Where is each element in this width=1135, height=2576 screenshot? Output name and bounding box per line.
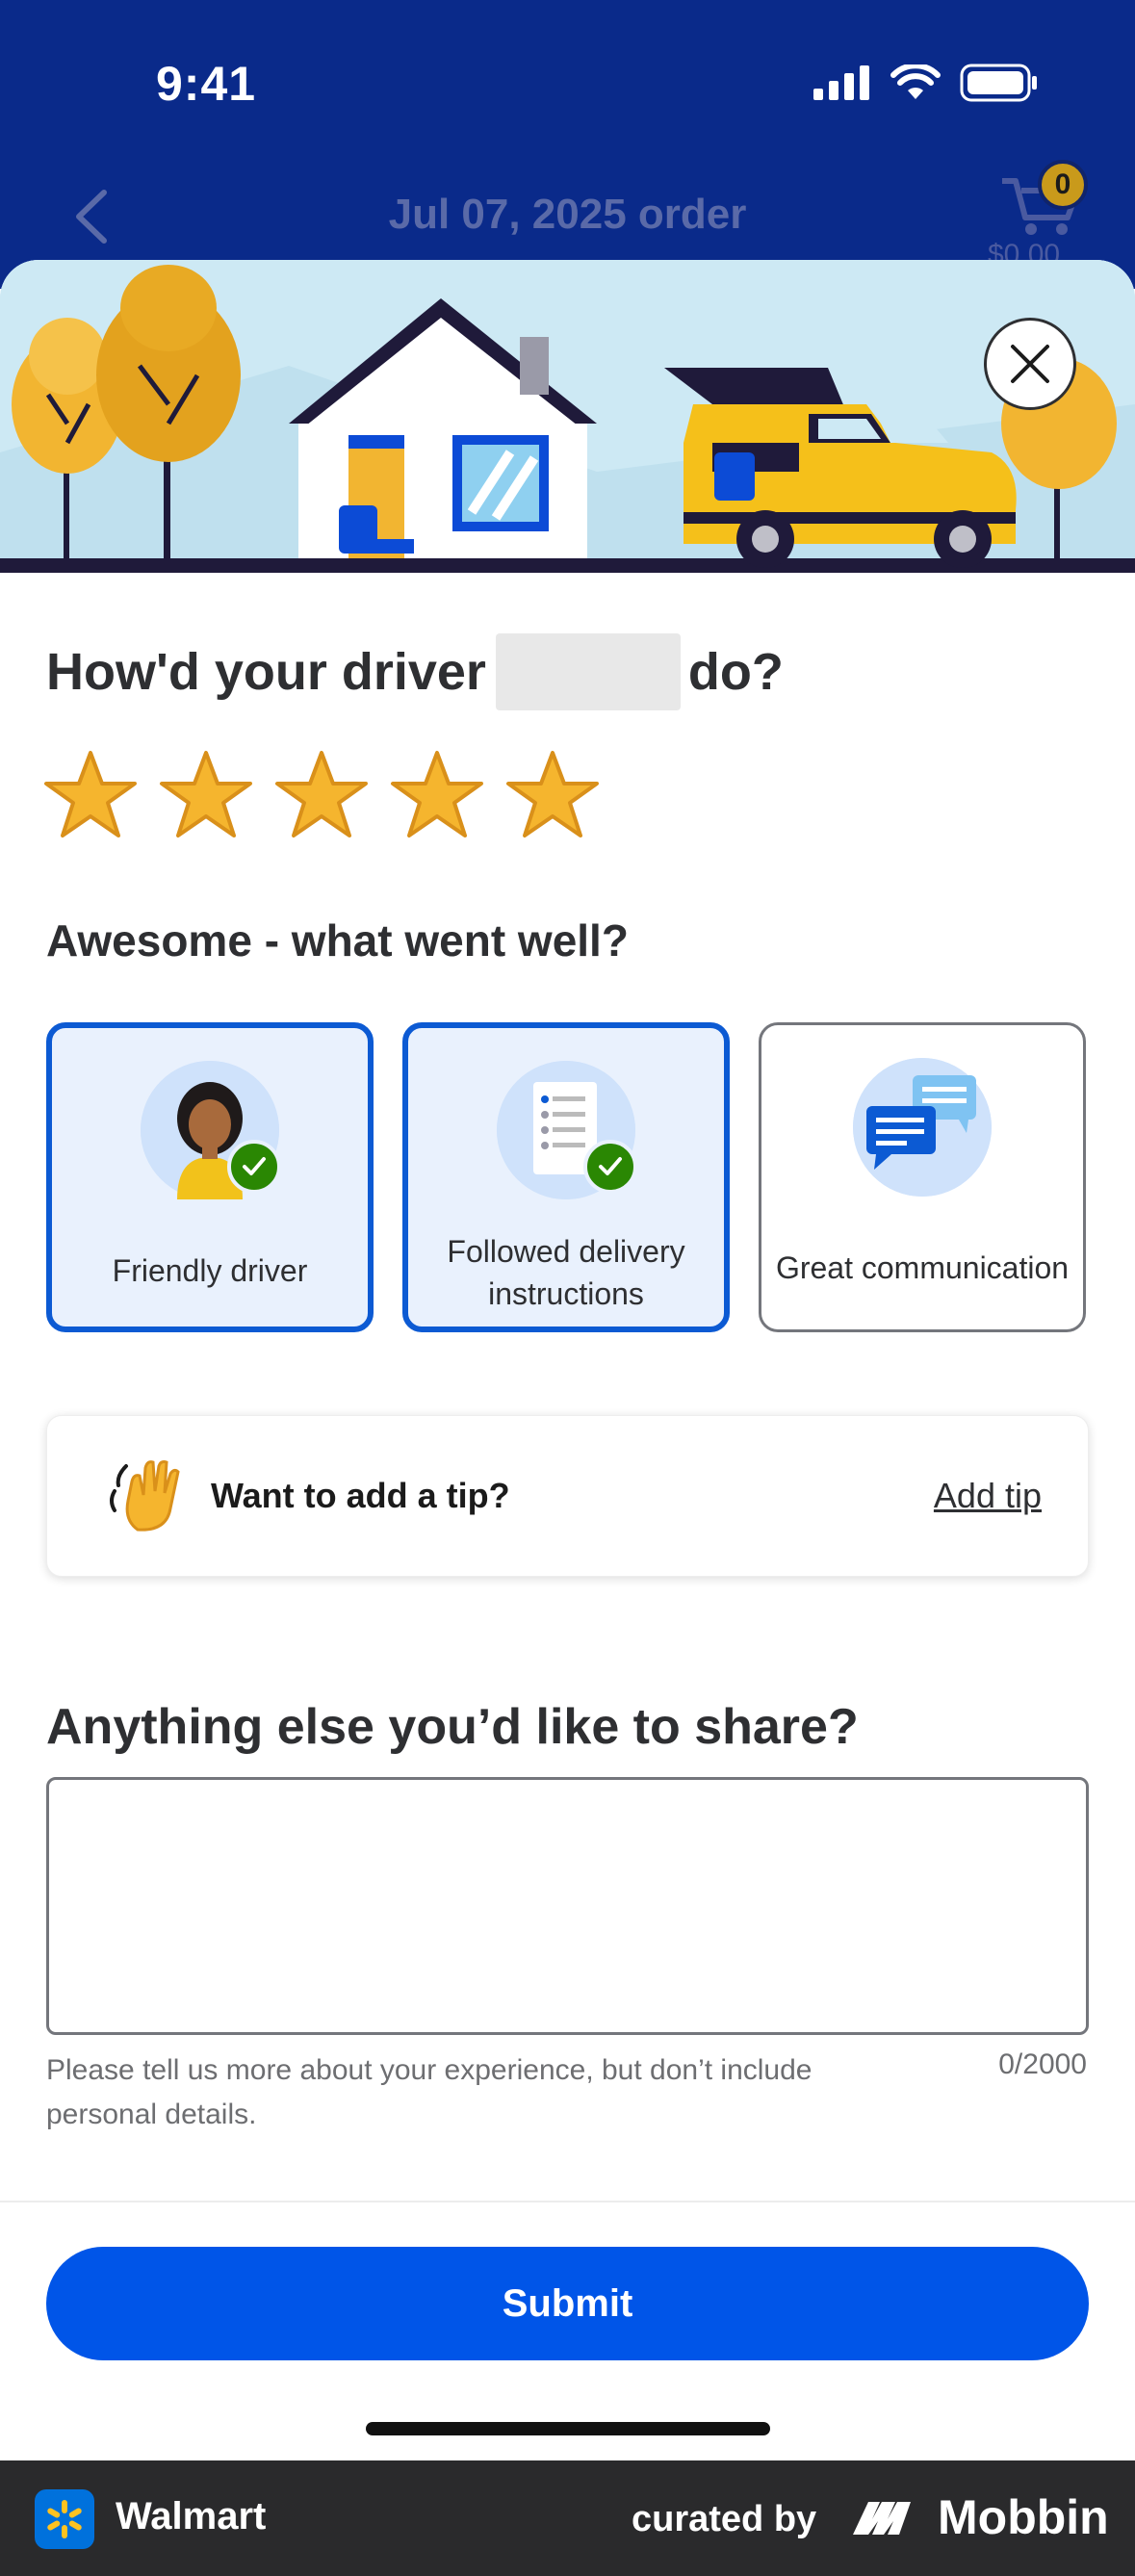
star-icon[interactable] — [504, 747, 601, 843]
mobbin-icon — [853, 2502, 911, 2535]
divider — [0, 2201, 1135, 2202]
star-rating — [42, 747, 601, 843]
driver-avatar-icon — [141, 1061, 281, 1199]
option-label: Great communication — [775, 1250, 1070, 1285]
star-icon[interactable] — [273, 747, 370, 843]
checkmark-icon — [583, 1140, 637, 1194]
wifi-icon — [890, 64, 941, 99]
submit-button[interactable]: Submit — [46, 2247, 1089, 2360]
home-indicator — [366, 2422, 770, 2435]
tip-text: Want to add a tip? — [211, 1476, 510, 1515]
question-suffix: do? — [687, 643, 784, 701]
status-icons — [813, 64, 1039, 102]
share-title: Anything else you’d like to share? — [46, 1699, 859, 1755]
mobbin-logo: Mobbin — [851, 2489, 1109, 2545]
status-bar: 9:41 — [0, 0, 1135, 164]
option-great-communication[interactable]: Great communication — [759, 1022, 1086, 1332]
add-tip-link[interactable]: Add tip — [934, 1476, 1042, 1516]
feedback-options: Friendly driver Followed delivery instru… — [46, 1022, 1086, 1332]
rating-sheet: How'd your driver do? Awesome - what wen… — [0, 260, 1135, 2460]
helper-text: Please tell us more about your experienc… — [46, 2054, 813, 2130]
house-car-illustration — [0, 260, 1135, 573]
app-name: Walmart — [116, 2495, 267, 2537]
option-followed-instructions[interactable]: Followed delivery instructions — [402, 1022, 730, 1332]
checklist-icon — [497, 1061, 637, 1199]
option-friendly-driver[interactable]: Friendly driver — [46, 1022, 374, 1332]
curated-by-label: curated by — [632, 2499, 817, 2539]
signal-icon — [813, 65, 869, 100]
walmart-spark-icon — [35, 2489, 94, 2549]
close-icon — [1011, 345, 1049, 383]
delivery-illustration — [0, 260, 1135, 573]
page-title: Jul 07, 2025 order — [388, 191, 747, 238]
close-button[interactable] — [984, 318, 1076, 410]
waving-hand-icon — [103, 1453, 190, 1539]
star-icon[interactable] — [42, 747, 139, 843]
mobbin-text: Mobbin — [938, 2490, 1109, 2544]
option-label: Followed delivery instructions — [447, 1234, 685, 1311]
checkmark-icon — [227, 1140, 281, 1194]
cart-count-badge: 0 — [1038, 160, 1088, 210]
chat-bubbles-icon — [853, 1058, 992, 1197]
option-label: Friendly driver — [112, 1253, 308, 1288]
battery-icon — [960, 64, 1037, 102]
question-prefix: How'd your driver — [46, 643, 486, 701]
driver-rating-question: How'd your driver do? — [46, 633, 784, 710]
brand-bar: Walmart curated by Mobbin — [0, 2460, 1135, 2576]
feedback-title: Awesome - what went well? — [46, 915, 629, 966]
star-icon[interactable] — [389, 747, 485, 843]
driver-name-redacted — [495, 633, 681, 710]
star-icon[interactable] — [158, 747, 254, 843]
tip-prompt: Want to add a tip? Add tip — [46, 1415, 1089, 1577]
comments-textarea[interactable] — [46, 1777, 1089, 2035]
status-time: 9:41 — [156, 57, 257, 111]
character-counter: 0/2000 — [998, 2048, 1087, 2080]
